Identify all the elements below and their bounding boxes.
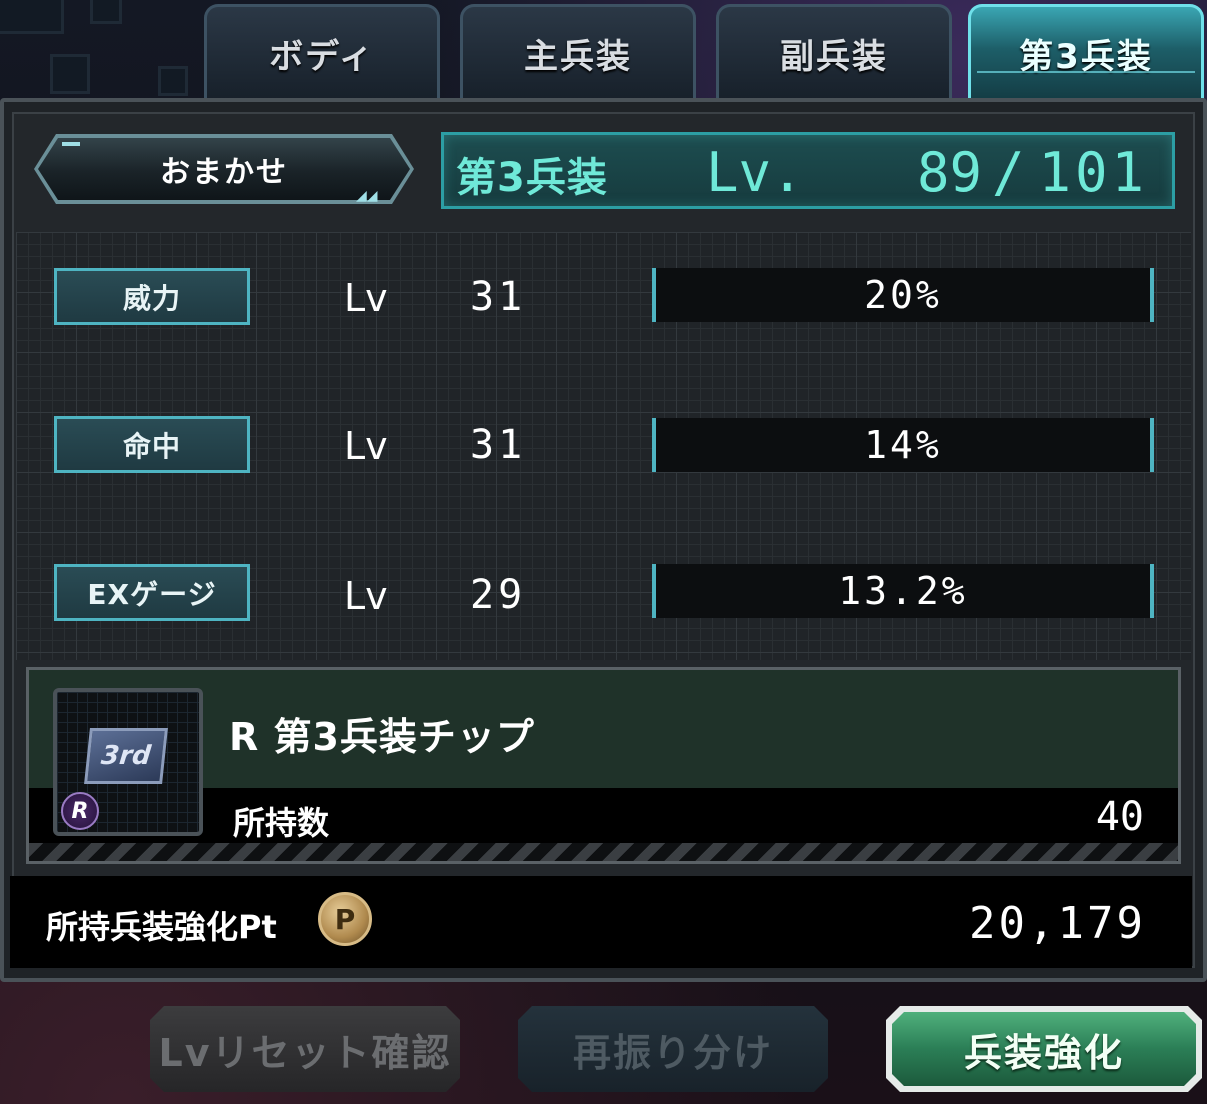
chip-stripe [29,843,1178,861]
tab-sub-weapon[interactable]: 副兵装 [716,4,952,100]
owned-value: 40 [1095,794,1144,840]
stat-label-power: 威力 [54,268,250,325]
chip-item-box: 3rd R R 第3兵装チップ 所持数 40 [26,667,1181,864]
stat-bonus-accuracy: 14% [652,418,1154,472]
button-accent-mark [62,142,80,146]
tab-main-weapon[interactable]: 主兵装 [460,4,696,100]
bg-decor [158,66,188,96]
button-corner-deco: ◢◢ [356,188,378,204]
level-prefix: Lv. [706,141,804,204]
bg-decor [0,0,64,34]
tab-body[interactable]: ボディ [204,4,440,100]
stat-bonus-ex-gauge: 13.2% [652,564,1154,618]
stat-label-ex-gauge: EXゲージ [54,564,250,621]
level-category: 第3兵装 [456,155,608,201]
stat-level-ex-gauge: 29 [470,572,527,618]
enhance-button-label: 兵装強化 [892,1012,1196,1086]
stat-bonus-power: 20% [652,268,1154,322]
lv-reset-button[interactable]: Lvリセット確認 [150,1006,460,1092]
level-max: 101 [1038,141,1148,204]
chip-card-icon: 3rd [84,728,168,784]
points-value: 20,179 [969,898,1146,949]
level-header: 第3兵装 Lv. 89 / 101 [441,132,1175,209]
stat-lv-label: Lv [344,276,388,320]
stat-lv-label: Lv [344,574,388,618]
rarity-badge-icon: R [61,792,99,830]
stat-label-accuracy: 命中 [54,416,250,473]
stat-level-power: 31 [470,274,527,320]
tab-third-weapon[interactable]: 第3兵装 [968,4,1204,100]
points-coin-icon: P [318,892,372,946]
reallocate-button[interactable]: 再振り分け [518,1006,828,1092]
points-row: 所持兵装強化Pt P 20,179 [10,876,1192,968]
auto-assign-label: おまかせ [38,138,410,200]
stat-lv-label: Lv [344,424,388,468]
owned-label: 所持数 [233,804,330,842]
bg-decor [50,54,90,94]
chip-icon: 3rd R [53,688,203,836]
chip-name: R 第3兵装チップ [229,715,535,759]
bg-decor [90,0,122,24]
level-current: 89 [916,141,982,204]
points-label: 所持兵装強化Pt [46,908,277,946]
enhance-button[interactable]: 兵装強化 [886,1006,1202,1092]
stat-level-accuracy: 31 [470,422,527,468]
